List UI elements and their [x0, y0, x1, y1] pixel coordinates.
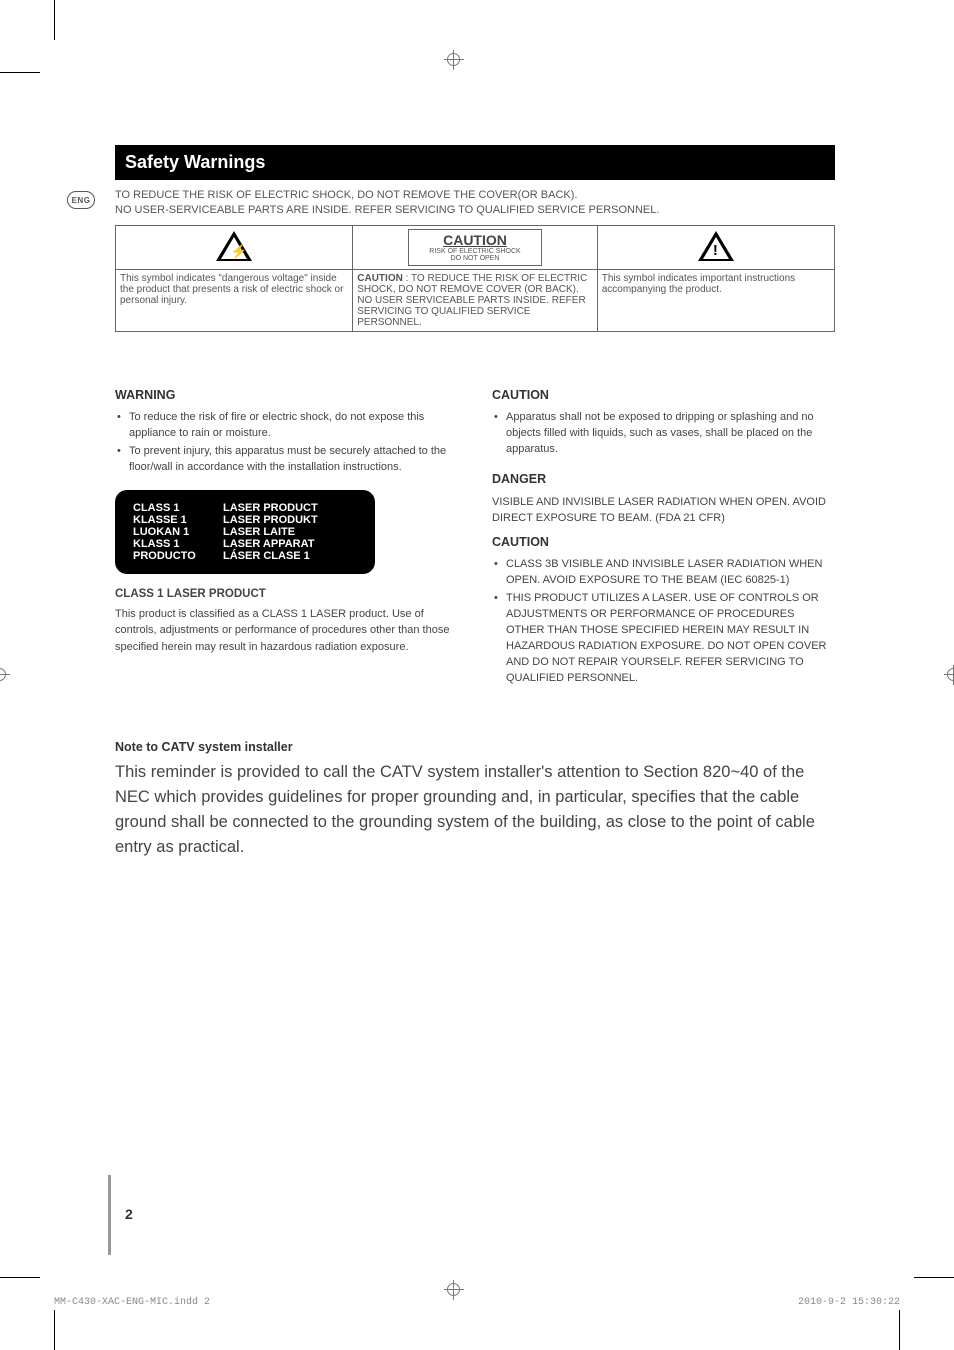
caution-label-big: CAUTION — [429, 232, 520, 248]
caution2-heading: CAUTION — [492, 535, 835, 549]
intro-line-1: TO REDUCE THE RISK OF ELECTRIC SHOCK, DO… — [115, 188, 835, 203]
caution2-item: CLASS 3B VISIBLE AND INVISIBLE LASER RAD… — [492, 557, 835, 589]
laser-row-l: LUOKAN 1 — [133, 526, 223, 538]
caution-table: ⚡ CAUTION RISK OF ELECTRIC SHOCK DO NOT … — [115, 225, 835, 332]
lightning-triangle-icon: ⚡ — [216, 231, 252, 261]
registration-mark-icon — [444, 50, 464, 70]
caution2-item: THIS PRODUCT UTILIZES A LASER. USE OF CO… — [492, 591, 835, 687]
warning-item: To prevent injury, this apparatus must b… — [115, 444, 458, 476]
laser-row-l: PRODUCTO — [133, 550, 223, 562]
note-heading: Note to CATV system installer — [115, 740, 835, 754]
class1-body: This product is classified as a CLASS 1 … — [115, 606, 458, 656]
language-badge: ENG — [67, 191, 95, 209]
caution-label-box: CAUTION RISK OF ELECTRIC SHOCK DO NOT OP… — [408, 229, 541, 266]
footer-right: 2010-9-2 15:30:22 — [798, 1297, 900, 1308]
warning-heading: WARNING — [115, 388, 458, 402]
caution-label-small-1: RISK OF ELECTRIC SHOCK — [429, 248, 520, 256]
page-number-bar — [108, 1175, 111, 1255]
caution-col-1: This symbol indicates "dangerous voltage… — [116, 270, 353, 332]
caution-col-2-bold: CAUTION — [357, 273, 403, 284]
laser-row-l: KLASS 1 — [133, 538, 223, 550]
intro-text: TO REDUCE THE RISK OF ELECTRIC SHOCK, DO… — [115, 188, 835, 219]
laser-row-l: CLASS 1 — [133, 502, 223, 514]
intro-line-2: NO USER-SERVICEABLE PARTS ARE INSIDE. RE… — [115, 203, 835, 218]
laser-row-r: LASER LAITE — [223, 526, 295, 538]
laser-class-box: CLASS 1LASER PRODUCT KLASSE 1LASER PRODU… — [115, 490, 375, 574]
exclamation-triangle-icon: ! — [698, 231, 734, 261]
warning-list: To reduce the risk of fire or electric s… — [115, 410, 458, 476]
registration-mark-icon — [944, 665, 954, 685]
registration-mark-icon — [0, 665, 10, 685]
laser-row-r: LÁSER CLASE 1 — [223, 550, 310, 562]
registration-mark-icon — [444, 1280, 464, 1300]
laser-row-r: LASER APPARAT — [223, 538, 314, 550]
caution2-list: CLASS 3B VISIBLE AND INVISIBLE LASER RAD… — [492, 557, 835, 687]
page-number: 2 — [125, 1206, 133, 1222]
left-column: WARNING To reduce the risk of fire or el… — [115, 388, 458, 700]
caution-list: Apparatus shall not be exposed to drippi… — [492, 410, 835, 458]
danger-heading: DANGER — [492, 472, 835, 486]
class1-heading: CLASS 1 LASER PRODUCT — [115, 588, 458, 600]
danger-body: VISIBLE AND INVISIBLE LASER RADIATION WH… — [492, 494, 835, 527]
caution-col-3: This symbol indicates important instruct… — [597, 270, 834, 332]
right-column: CAUTION Apparatus shall not be exposed t… — [492, 388, 835, 700]
caution-label-small-2: DO NOT OPEN — [429, 255, 520, 263]
laser-row-r: LASER PRODUCT — [223, 502, 318, 514]
page-title: Safety Warnings — [115, 145, 835, 180]
note-body: This reminder is provided to call the CA… — [115, 760, 835, 859]
caution-item: Apparatus shall not be exposed to drippi… — [492, 410, 835, 458]
caution-col-2: CAUTION : TO REDUCE THE RISK OF ELECTRIC… — [353, 270, 597, 332]
footer-left: MM-C430-XAC-ENG-MIC.indd 2 — [54, 1297, 210, 1308]
laser-row-r: LASER PRODUKT — [223, 514, 318, 526]
laser-row-l: KLASSE 1 — [133, 514, 223, 526]
warning-item: To reduce the risk of fire or electric s… — [115, 410, 458, 442]
caution-heading: CAUTION — [492, 388, 835, 402]
